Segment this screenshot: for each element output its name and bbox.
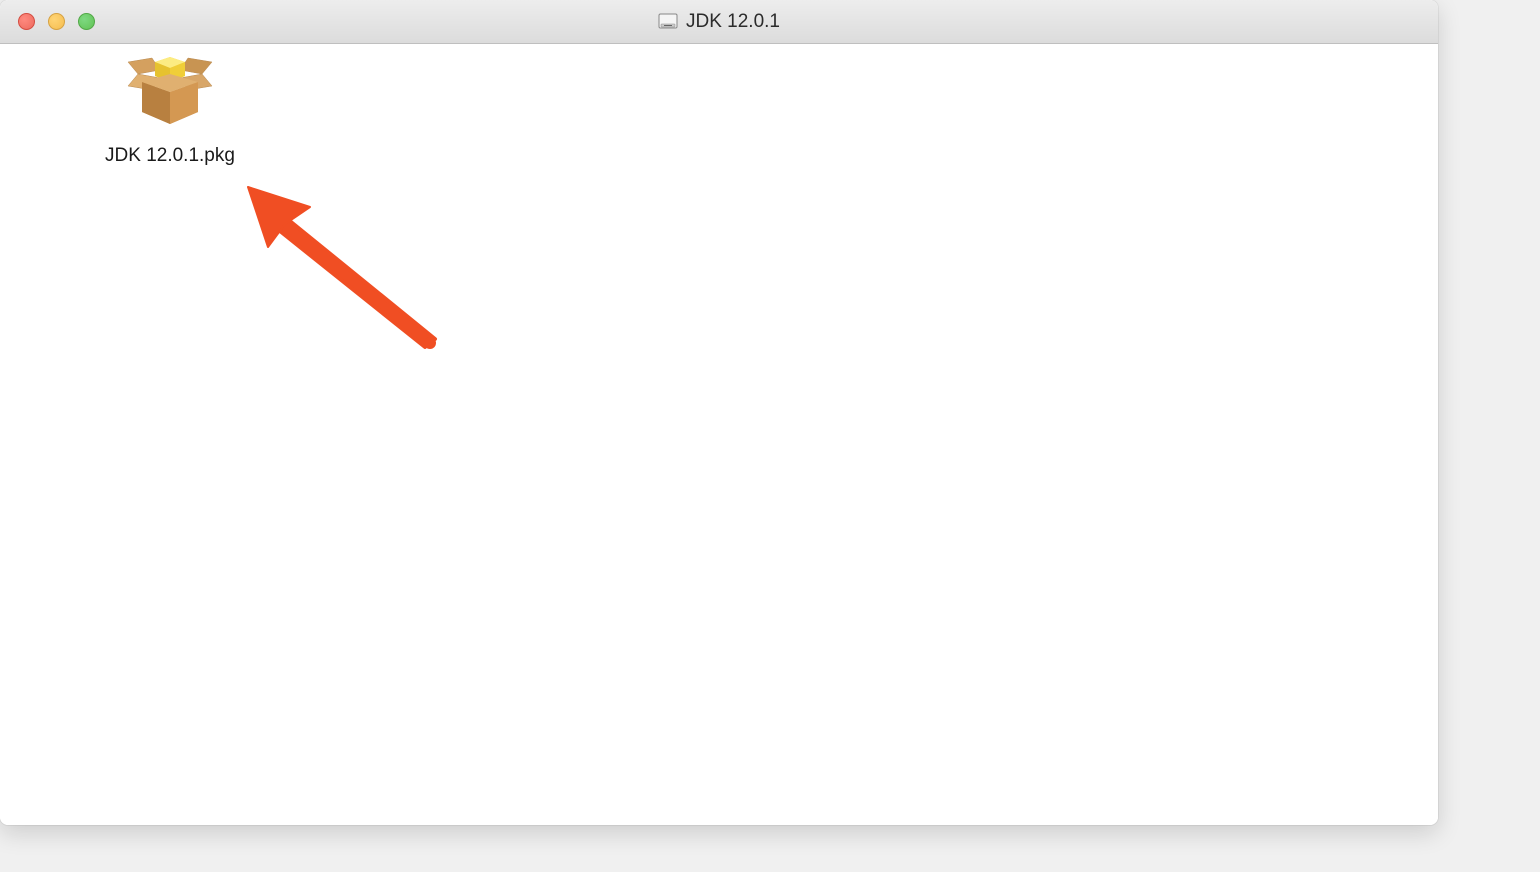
window-title-bar[interactable]: JDK 12.0.1 [0, 0, 1438, 44]
disk-drive-icon [658, 13, 678, 31]
traffic-lights [0, 13, 95, 30]
minimize-window-button[interactable] [48, 13, 65, 30]
finder-window: JDK 12.0.1 [0, 0, 1438, 825]
zoom-window-button[interactable] [78, 13, 95, 30]
window-title-text: JDK 12.0.1 [686, 11, 780, 33]
annotation-arrow [240, 179, 440, 349]
close-window-button[interactable] [18, 13, 35, 30]
package-installer-icon [120, 54, 220, 134]
finder-content-area[interactable]: JDK 12.0.1.pkg [0, 44, 1438, 825]
file-label: JDK 12.0.1.pkg [85, 144, 255, 169]
file-item-jdk-pkg[interactable]: JDK 12.0.1.pkg [85, 54, 255, 169]
window-title: JDK 12.0.1 [658, 11, 780, 33]
